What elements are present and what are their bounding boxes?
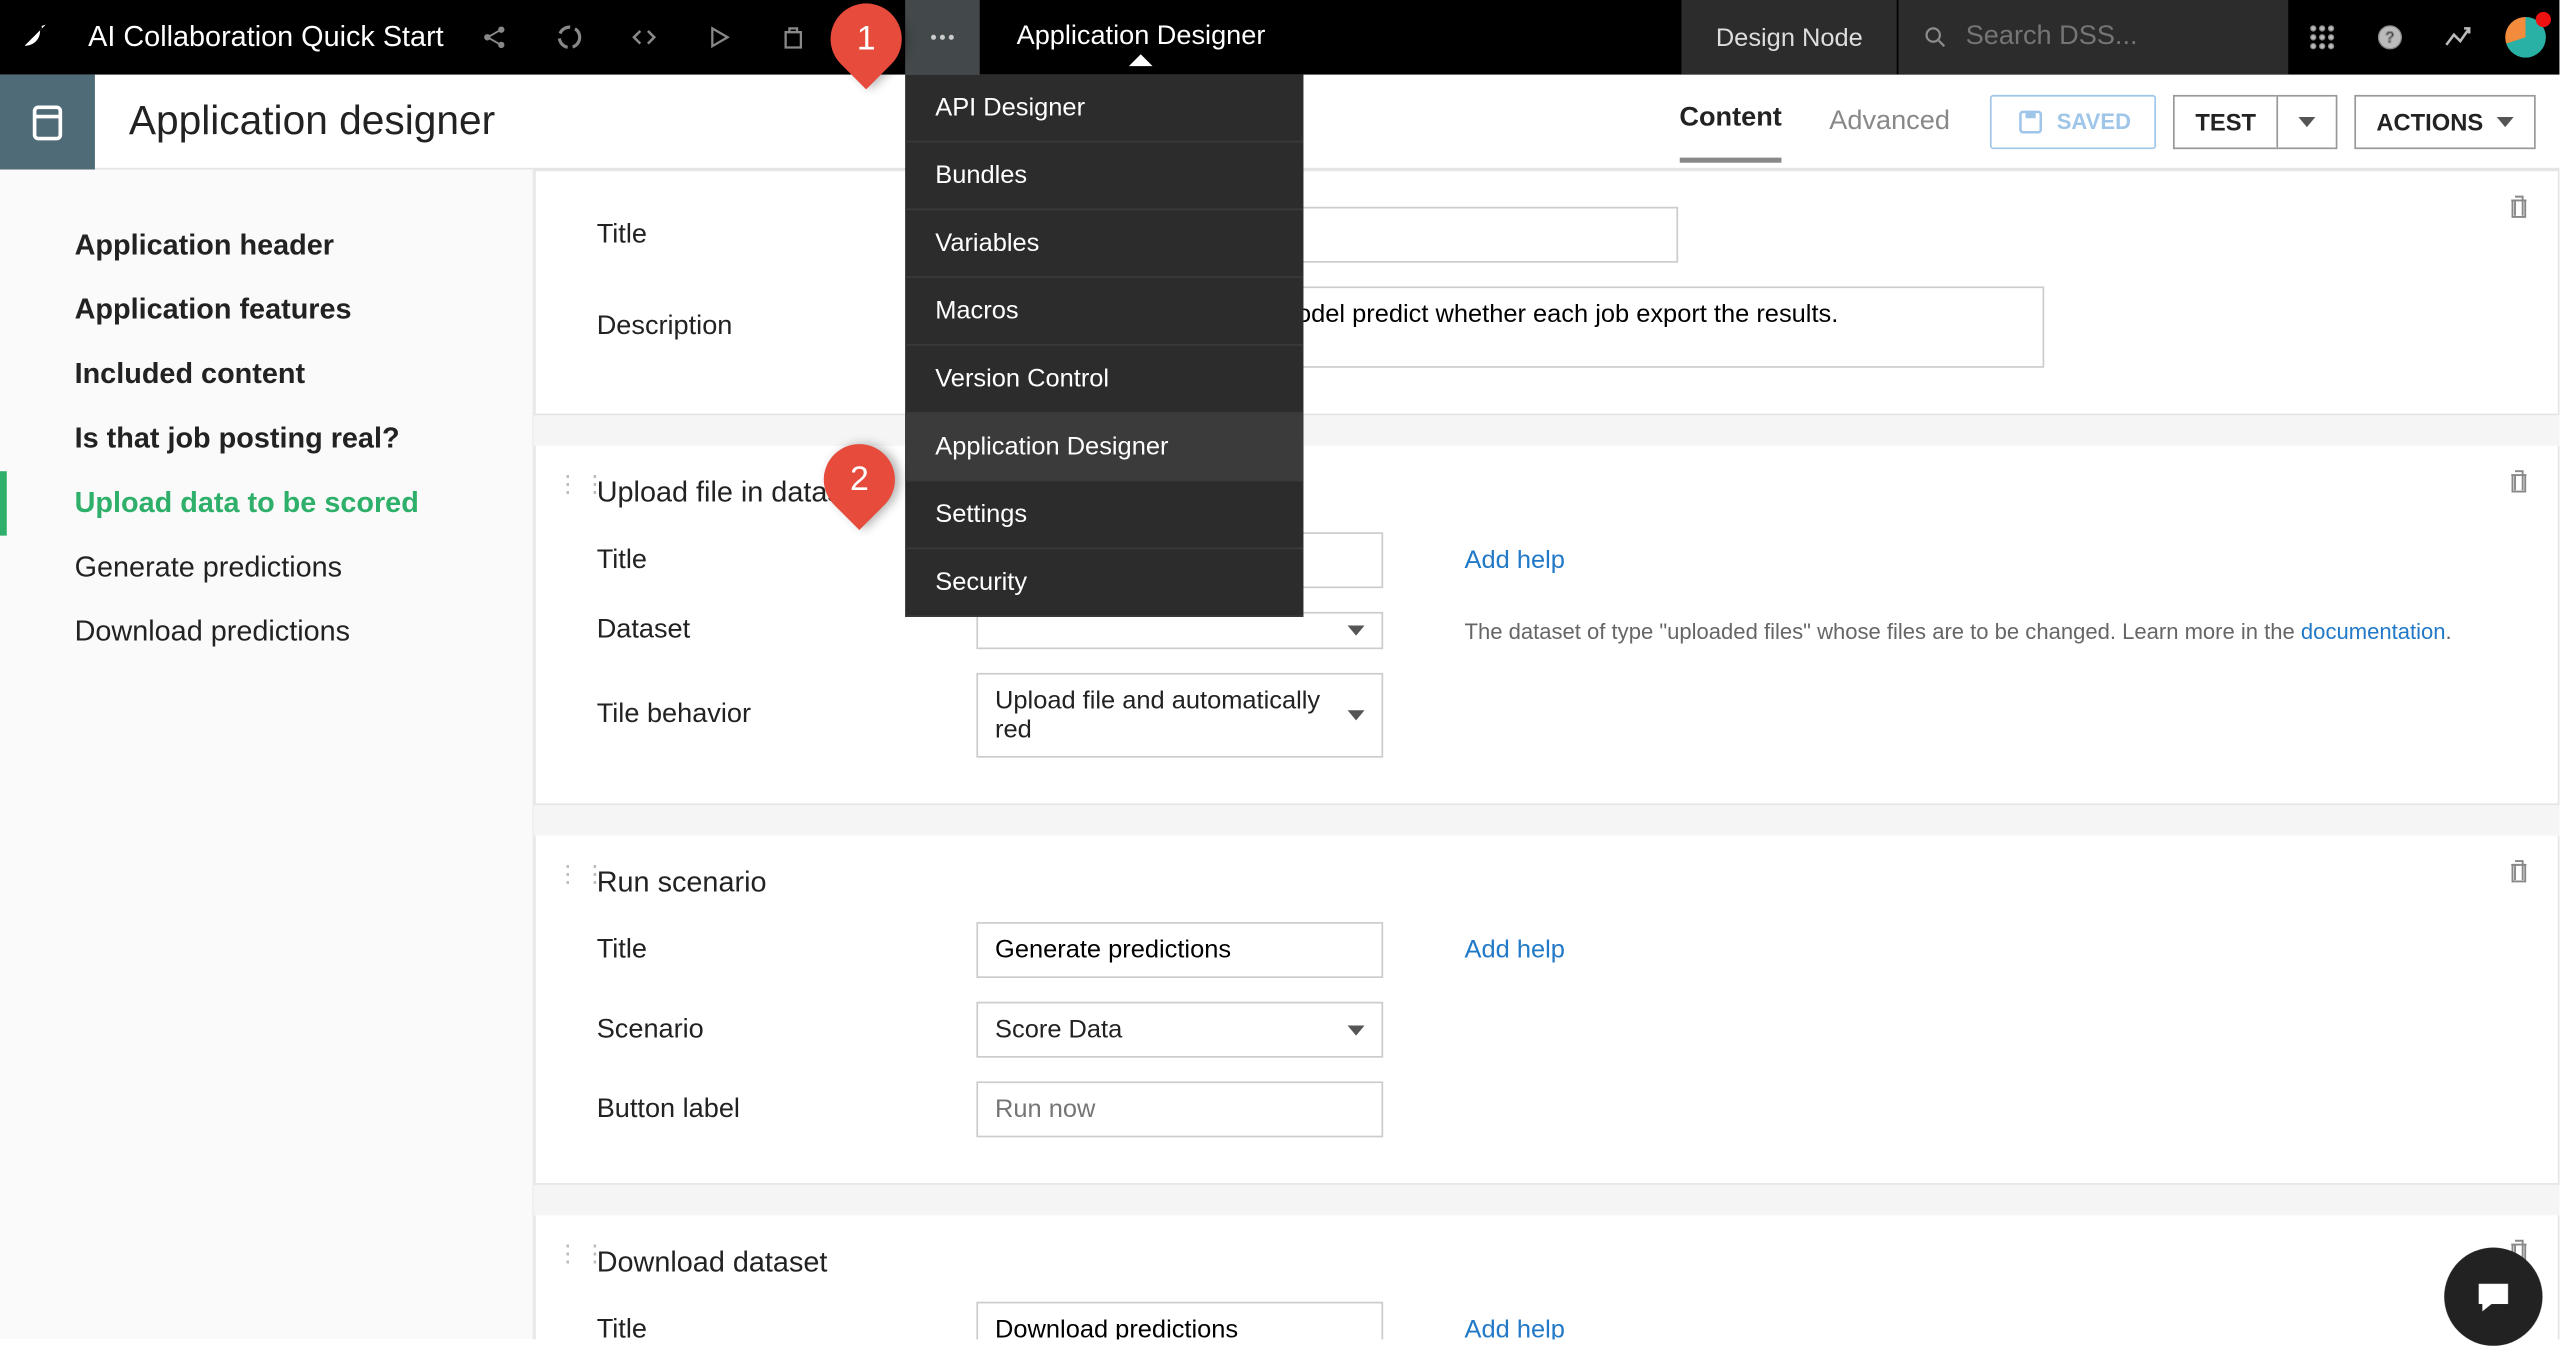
sidebar-item-app-features[interactable]: Application features [0, 278, 532, 342]
chevron-down-icon [1348, 1025, 1365, 1035]
actions-label: ACTIONS [2376, 108, 2483, 135]
chevron-down-icon [2497, 116, 2514, 126]
breadcrumb-label: Application Designer [1017, 22, 1266, 51]
documentation-link[interactable]: documentation [2301, 618, 2446, 643]
topbar-right-icons: ? [2288, 0, 2559, 75]
field-label-title: Title [597, 1314, 936, 1339]
field-label-dataset: Dataset [597, 615, 936, 646]
dropdown-item-security[interactable]: Security [905, 549, 1303, 617]
design-node-badge[interactable]: Design Node [1682, 0, 1897, 75]
test-button-group: TEST [2173, 94, 2337, 148]
drag-handle-icon[interactable]: ⋮⋮ [556, 859, 610, 888]
sidebar-item-upload-data[interactable]: Upload data to be scored [0, 471, 532, 535]
add-help-link[interactable]: Add help [1464, 1315, 1564, 1339]
dropdown-item-api-designer[interactable]: API Designer [905, 75, 1303, 143]
logo-bird-icon[interactable] [0, 20, 75, 54]
more-dropdown: API Designer Bundles Variables Macros Ve… [905, 75, 1303, 617]
more-menu-button[interactable] [905, 0, 980, 75]
sidebar-item-generate-predictions[interactable]: Generate predictions [0, 536, 532, 600]
dropdown-item-bundles[interactable]: Bundles [905, 142, 1303, 210]
chat-icon [2471, 1275, 2515, 1319]
chat-bubble-button[interactable] [2444, 1248, 2542, 1346]
title-input[interactable] [976, 922, 1383, 978]
page-tabs: Content Advanced [1639, 74, 1991, 169]
breadcrumb-current[interactable]: Application Designer [979, 22, 1302, 53]
section-header: Download dataset [597, 1232, 2524, 1290]
code-icon[interactable] [606, 0, 681, 75]
breadcrumb-caret-icon [1129, 54, 1153, 66]
page-title: Application designer [95, 97, 495, 144]
sidebar-item-download-predictions[interactable]: Download predictions [0, 600, 532, 664]
delete-section-button[interactable] [2504, 856, 2535, 893]
title-input[interactable] [976, 1302, 1383, 1339]
top-bar: AI Collaboration Quick Start 1 API Desig… [0, 0, 2559, 75]
field-label-button-label: Button label [597, 1094, 936, 1125]
more-menu-wrapper: 1 API Designer Bundles Variables Macros … [905, 0, 980, 75]
play-icon[interactable] [681, 0, 756, 75]
section-header: Run scenario [597, 853, 2524, 911]
dropdown-item-macros[interactable]: Macros [905, 278, 1303, 346]
dropdown-item-application-designer[interactable]: Application Designer [905, 414, 1303, 482]
drag-handle-icon[interactable]: ⋮⋮ [556, 1239, 610, 1268]
delete-section-button[interactable] [2504, 466, 2535, 503]
search-box[interactable] [1898, 0, 2288, 75]
chevron-down-icon [1348, 710, 1365, 720]
dataset-help-text: The dataset of type "uploaded files" who… [1464, 618, 2451, 643]
test-dropdown-button[interactable] [2276, 94, 2337, 148]
section-card-download: ⋮⋮ Download dataset Title Add help Datas… [534, 1215, 2560, 1339]
saved-indicator: SAVED [1991, 94, 2157, 148]
search-icon [1922, 22, 1949, 53]
dropdown-item-settings[interactable]: Settings [905, 481, 1303, 549]
field-label-scenario: Scenario [597, 1014, 936, 1045]
svg-text:?: ? [2385, 29, 2394, 46]
scenario-select[interactable]: Score Data [976, 1002, 1383, 1058]
field-label-title: Title [597, 220, 936, 251]
button-label-input[interactable] [976, 1081, 1383, 1137]
add-help-link[interactable]: Add help [1464, 546, 1564, 575]
dataset-select[interactable] [976, 612, 1383, 649]
apps-grid-icon[interactable] [2288, 0, 2356, 75]
field-label-tile-behavior: Tile behavior [597, 700, 936, 731]
tab-advanced[interactable]: Advanced [1829, 82, 1950, 160]
field-label-description: Description [597, 312, 936, 343]
section-sidebar: Application header Application features … [0, 170, 534, 1340]
page-header-actions: SAVED TEST ACTIONS [1991, 94, 2560, 148]
tab-content[interactable]: Content [1679, 80, 1781, 163]
page-app-icon [0, 74, 95, 169]
activity-icon[interactable] [2424, 0, 2492, 75]
field-label-title: Title [597, 935, 936, 966]
performance-badge-icon[interactable] [2492, 0, 2560, 75]
chevron-down-icon [2298, 116, 2315, 126]
section-card-run-scenario: ⋮⋮ Run scenario Title Add help Scenario … [534, 836, 2560, 1185]
sidebar-item-job-posting[interactable]: Is that job posting real? [0, 407, 532, 471]
project-name[interactable]: AI Collaboration Quick Start [75, 20, 458, 54]
sidebar-item-included-content[interactable]: Included content [0, 342, 532, 406]
search-input[interactable] [1966, 22, 2265, 53]
dropdown-item-variables[interactable]: Variables [905, 210, 1303, 278]
bundle-icon[interactable] [756, 0, 831, 75]
tile-behavior-select[interactable]: Upload file and automatically red [976, 673, 1383, 758]
save-icon [2016, 106, 2047, 137]
chevron-down-icon [1348, 625, 1365, 635]
delete-section-button[interactable] [2504, 192, 2535, 229]
drag-handle-icon[interactable]: ⋮⋮ [556, 470, 610, 499]
sidebar-item-app-header[interactable]: Application header [0, 214, 532, 278]
test-button[interactable]: TEST [2173, 94, 2276, 148]
circle-progress-icon[interactable] [532, 0, 607, 75]
actions-button[interactable]: ACTIONS [2354, 94, 2535, 148]
add-help-link[interactable]: Add help [1464, 936, 1564, 965]
share-icon[interactable] [457, 0, 532, 75]
dropdown-item-version-control[interactable]: Version Control [905, 346, 1303, 414]
content-panel: Title l? Description s. Then click to ha… [534, 170, 2560, 1340]
field-label-title: Title [597, 545, 936, 576]
help-icon[interactable]: ? [2356, 0, 2424, 75]
saved-label: SAVED [2057, 108, 2131, 133]
section-card-header: Title l? Description s. Then click to ha… [534, 170, 2560, 416]
